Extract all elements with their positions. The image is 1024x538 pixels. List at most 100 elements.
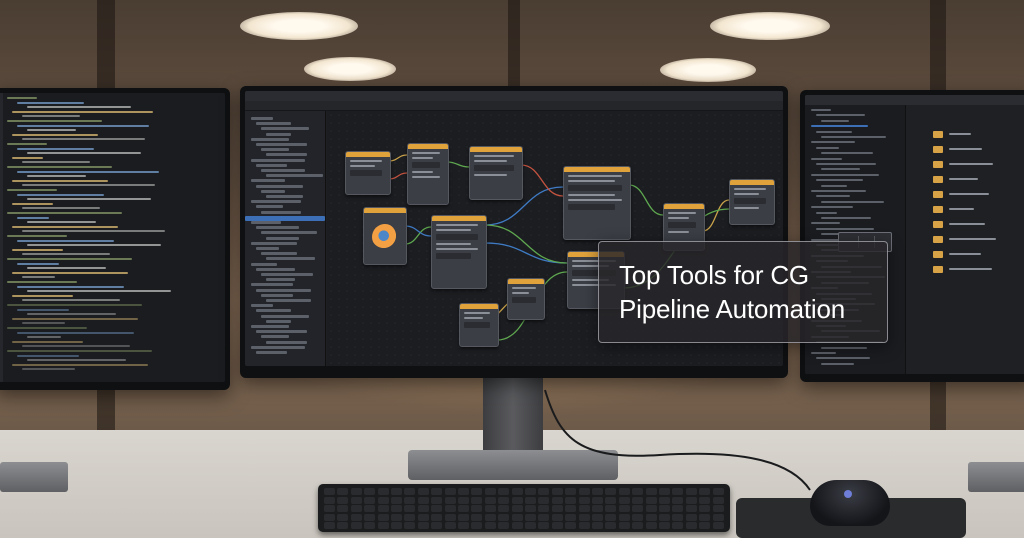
code-line bbox=[12, 271, 128, 274]
outliner-row bbox=[256, 163, 287, 167]
keyboard-key bbox=[592, 488, 603, 495]
keyboard-key bbox=[605, 496, 617, 504]
code-line bbox=[7, 120, 102, 122]
keyboard-key bbox=[431, 488, 443, 495]
office-scene: Top Tools for CG Pipeline Automation bbox=[0, 0, 1024, 538]
keyboard-key bbox=[337, 505, 349, 513]
keyboard-key bbox=[712, 522, 724, 530]
keyboard-key bbox=[618, 496, 630, 504]
keyboard-key bbox=[337, 513, 349, 521]
app-toolbar bbox=[245, 101, 783, 111]
outliner-row bbox=[256, 267, 295, 271]
keyboard-key bbox=[672, 505, 684, 513]
keyboard-key bbox=[632, 505, 644, 513]
code-line bbox=[12, 110, 153, 113]
outliner-row bbox=[261, 210, 301, 214]
keyboard-key bbox=[377, 505, 389, 513]
keyboard-key bbox=[498, 513, 510, 521]
graph-node bbox=[431, 215, 487, 289]
keyboard-key bbox=[685, 488, 697, 495]
keyboard-key bbox=[699, 513, 711, 521]
code-line bbox=[22, 184, 155, 187]
outliner-row bbox=[251, 200, 301, 204]
keyboard-key bbox=[404, 505, 416, 513]
keyboard-key bbox=[551, 505, 563, 513]
outliner-row bbox=[251, 241, 297, 245]
ceiling-light bbox=[240, 12, 358, 40]
blender-logo-icon bbox=[372, 224, 398, 250]
keyboard-key bbox=[632, 522, 644, 530]
file-tree-row bbox=[811, 190, 866, 192]
keyboard-key bbox=[645, 505, 657, 513]
outliner-row bbox=[256, 288, 311, 292]
keyboard-key bbox=[511, 496, 523, 504]
file-tree-row bbox=[811, 173, 879, 176]
outliner-row bbox=[261, 293, 293, 297]
code-line bbox=[7, 143, 47, 145]
code-line bbox=[17, 170, 159, 173]
keyboard-key bbox=[605, 505, 617, 513]
keyboard-key bbox=[525, 513, 536, 521]
outliner-row bbox=[261, 231, 317, 235]
mouse-led-icon bbox=[844, 490, 852, 498]
keyboard-key bbox=[511, 522, 523, 530]
outliner-row bbox=[251, 304, 273, 308]
keyboard-key bbox=[685, 496, 697, 504]
folder-label bbox=[949, 268, 992, 270]
keyboard-key bbox=[511, 513, 523, 521]
code-line bbox=[27, 313, 116, 316]
keyboard-key bbox=[712, 513, 724, 521]
keyboard-key bbox=[659, 513, 670, 521]
file-tree-row bbox=[811, 222, 840, 225]
keyboard-key bbox=[685, 505, 697, 513]
file-tree-row bbox=[816, 211, 837, 214]
keyboard-key bbox=[364, 496, 376, 504]
ceiling-light bbox=[304, 57, 396, 81]
keyboard-key bbox=[551, 496, 563, 504]
keyboard-key bbox=[538, 513, 550, 521]
keyboard-key bbox=[377, 513, 389, 521]
node-wire bbox=[388, 154, 408, 162]
outliner-row bbox=[266, 278, 295, 282]
code-line bbox=[7, 97, 37, 99]
keyboard-key bbox=[444, 488, 456, 495]
keyboard-key bbox=[578, 488, 590, 495]
keyboard-key bbox=[551, 513, 563, 521]
code-line bbox=[12, 225, 118, 228]
keyboard-key bbox=[592, 496, 603, 504]
code-line bbox=[22, 345, 130, 348]
graph-node bbox=[345, 151, 391, 195]
keyboard-key bbox=[484, 496, 496, 504]
code-line bbox=[17, 239, 114, 242]
code-line bbox=[27, 198, 151, 201]
keyboard-key bbox=[645, 488, 657, 495]
outliner-row bbox=[261, 127, 309, 131]
keyboard-key bbox=[645, 522, 657, 530]
keyboard-key bbox=[685, 522, 697, 530]
file-tree-row bbox=[821, 200, 884, 203]
folder-icon bbox=[933, 146, 943, 153]
folder-label bbox=[949, 208, 974, 210]
code-line bbox=[7, 189, 57, 191]
keyboard-key bbox=[350, 488, 362, 495]
folder-label bbox=[949, 133, 971, 135]
keyboard-key bbox=[337, 522, 349, 530]
keyboard-key bbox=[337, 496, 349, 504]
graph-node bbox=[363, 207, 407, 265]
keyboard-key bbox=[337, 488, 349, 495]
folder-label bbox=[949, 178, 978, 180]
keyboard-key bbox=[324, 496, 335, 504]
outliner-row bbox=[251, 221, 281, 224]
keyboard-key bbox=[350, 522, 362, 530]
file-tree-row bbox=[816, 146, 839, 149]
code-line bbox=[22, 368, 75, 371]
folder-icon bbox=[933, 251, 943, 258]
outliner-row bbox=[251, 137, 289, 141]
file-tree-row bbox=[816, 357, 870, 360]
code-line bbox=[27, 221, 96, 224]
keyboard-key bbox=[444, 522, 456, 530]
code-line bbox=[12, 340, 83, 343]
keyboard-key bbox=[712, 496, 724, 504]
outliner-row bbox=[266, 195, 303, 198]
keyboard-key bbox=[458, 522, 469, 530]
